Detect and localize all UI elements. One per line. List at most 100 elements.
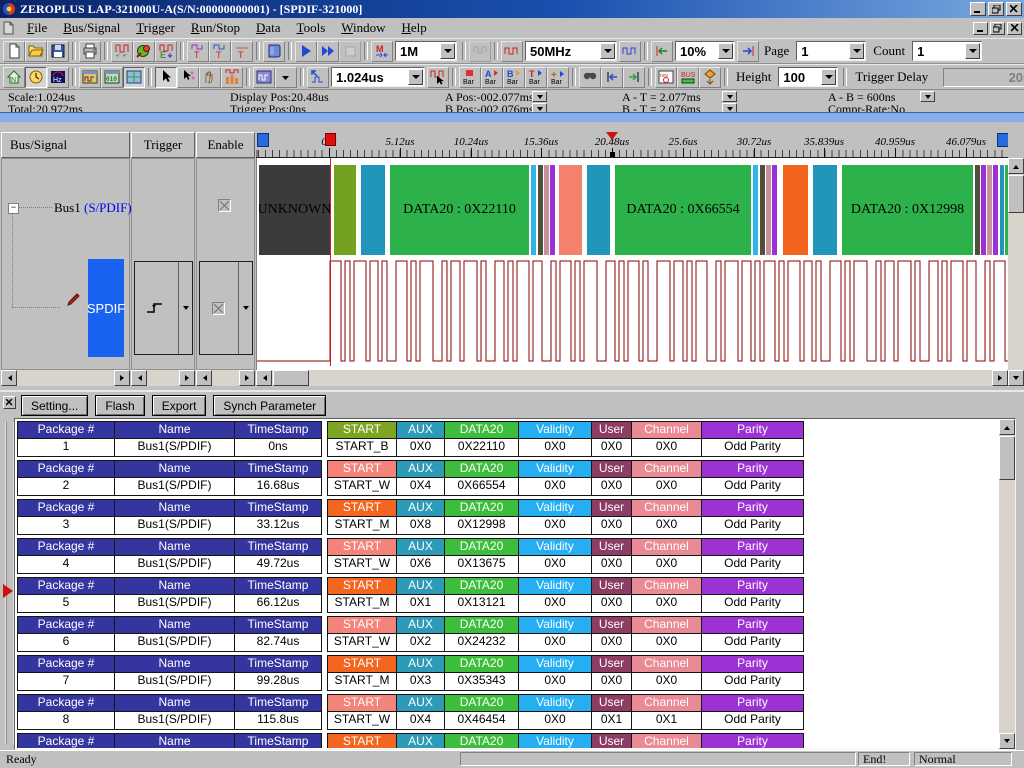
menu-data[interactable]: Data xyxy=(248,19,289,37)
bus-width-button[interactable]: BUS xyxy=(677,67,699,88)
sample-rate-combo-dropdown[interactable] xyxy=(600,43,615,59)
timeline-ruler[interactable]: 0ns5.12us10.24us15.36us20.48us25.6us30.7… xyxy=(256,132,1008,158)
scroll-down-button[interactable] xyxy=(1008,370,1024,386)
clock-button[interactable] xyxy=(25,67,47,88)
packet-stack-button[interactable] xyxy=(699,67,721,88)
column-header-enable[interactable]: Enable xyxy=(196,132,255,158)
spdif-trigger-cell[interactable] xyxy=(134,261,193,355)
sampling-setup-button[interactable] xyxy=(111,41,133,62)
sample-rate-external-button[interactable] xyxy=(619,41,641,62)
a-pos-dropdown[interactable] xyxy=(532,91,547,102)
flash-button[interactable]: Flash xyxy=(95,395,144,416)
a-b-dropdown[interactable] xyxy=(920,91,935,102)
print-button[interactable] xyxy=(79,41,101,62)
spdif-signal-box[interactable]: SPDIF xyxy=(88,259,124,357)
scroll-left-button[interactable] xyxy=(131,370,147,386)
bar-measure-button[interactable] xyxy=(221,67,243,88)
trigger-dropdown[interactable] xyxy=(178,262,192,354)
dropdown-arrow-small-button[interactable] xyxy=(275,67,297,88)
scrollbar-thumb[interactable] xyxy=(273,370,309,386)
a-bar-marker[interactable] xyxy=(257,133,269,147)
mdi-close-button[interactable] xyxy=(1007,22,1022,35)
export-button[interactable]: Export xyxy=(152,395,207,416)
trigger-column-scrollbar[interactable] xyxy=(131,370,195,386)
home-button[interactable]: N xyxy=(3,67,25,88)
memory-depth-combo-dropdown[interactable] xyxy=(440,43,455,59)
time-scale-combo-dropdown[interactable] xyxy=(408,69,423,85)
display-ratio-combo[interactable]: 10% xyxy=(675,41,735,61)
scroll-right-button[interactable] xyxy=(239,370,255,386)
packet-list[interactable]: Package #NameTimeStampSTARTAUXDATA20Vali… xyxy=(14,418,1016,750)
zoom-forward-button[interactable] xyxy=(737,41,759,62)
bar-add-button[interactable]: +Bar xyxy=(547,67,569,88)
waveform-scrollbar[interactable] xyxy=(256,370,1008,386)
waveform-canvas[interactable]: UNKNOWNDATA20 : 0X22110DATA20 : 0X66554D… xyxy=(256,158,1009,370)
height-combo[interactable]: 100 xyxy=(778,67,838,87)
scroll-left-button[interactable] xyxy=(256,370,272,386)
menu-trigger[interactable]: Trigger xyxy=(128,19,183,37)
package-row[interactable]: Package #NameTimeStampSTARTAUXDATA20Vali… xyxy=(17,616,997,652)
goto-trigger-button[interactable] xyxy=(601,67,623,88)
a-t-dropdown[interactable] xyxy=(722,91,737,102)
package-row[interactable]: Package #NameTimeStampSTARTAUXDATA20Vali… xyxy=(17,460,997,496)
height-combo-dropdown[interactable] xyxy=(821,69,836,85)
spdif-enable-checkbox[interactable] xyxy=(212,302,225,315)
waveform-window-button[interactable] xyxy=(79,67,101,88)
page-combo[interactable]: 1 xyxy=(796,41,866,61)
trigger-mark-time-button[interactable]: T xyxy=(209,41,231,62)
run-button[interactable] xyxy=(295,41,317,62)
run-repeat-button[interactable] xyxy=(317,41,339,62)
menu-file[interactable]: File xyxy=(19,19,55,37)
minimize-button[interactable] xyxy=(970,2,986,16)
b-bar-marker[interactable] xyxy=(997,133,1008,147)
multi-select-cursor-button[interactable] xyxy=(177,67,199,88)
hand-pan-button[interactable] xyxy=(199,67,221,88)
package-row[interactable]: Package #NameTimeStampSTARTAUXDATA20Vali… xyxy=(17,655,997,691)
open-file-button[interactable] xyxy=(25,41,47,62)
synch-parameter-button[interactable]: Synch Parameter xyxy=(213,395,326,416)
memory-depth-combo[interactable]: 1M xyxy=(395,41,457,61)
bus-property-button[interactable]: E xyxy=(155,41,177,62)
display-ratio-combo-dropdown[interactable] xyxy=(718,43,733,59)
new-document-button[interactable] xyxy=(3,41,25,62)
trigger-mark-t-button[interactable]: T xyxy=(231,41,253,62)
package-row[interactable]: Package #NameTimeStampSTARTAUXDATA20Vali… xyxy=(17,733,997,748)
listing-window-button[interactable]: 010 xyxy=(101,67,123,88)
bus-column-scrollbar[interactable] xyxy=(1,370,130,386)
waveform-vertical-scrollbar[interactable] xyxy=(1008,158,1024,386)
sample-rate-combo[interactable]: 50MHz xyxy=(525,41,617,61)
zoom-back-button[interactable] xyxy=(651,41,673,62)
restore-button[interactable] xyxy=(988,2,1004,16)
scroll-down-button[interactable] xyxy=(999,733,1015,749)
mdi-minimize-button[interactable] xyxy=(973,22,988,35)
zoom-scale-button[interactable] xyxy=(307,67,329,88)
time-scale-combo[interactable]: 1.024us xyxy=(331,67,425,87)
scroll-right-button[interactable] xyxy=(992,370,1008,386)
bar-b-button[interactable]: BBar xyxy=(503,67,525,88)
select-cursor-button[interactable] xyxy=(155,67,177,88)
scroll-up-button[interactable] xyxy=(999,419,1015,435)
package-row[interactable]: Package #NameTimeStampSTARTAUXDATA20Vali… xyxy=(17,499,997,535)
package-row[interactable]: Package #NameTimeStampSTARTAUXDATA20Vali… xyxy=(17,538,997,574)
collapse-bus-button[interactable]: − xyxy=(8,203,19,214)
save-file-button[interactable] xyxy=(47,41,69,62)
menu-bus-signal[interactable]: Bus/Signal xyxy=(55,19,128,37)
bar-t-button[interactable]: TBar xyxy=(525,67,547,88)
count-combo-dropdown[interactable] xyxy=(965,43,980,59)
package-row[interactable]: Package #NameTimeStampSTARTAUXDATA20Vali… xyxy=(17,577,997,613)
bus-enable-checkbox[interactable] xyxy=(218,199,231,212)
menu-tools[interactable]: Tools xyxy=(289,19,334,37)
scroll-left-button[interactable] xyxy=(1,370,17,386)
page-combo-dropdown[interactable] xyxy=(849,43,864,59)
goto-bar-button[interactable] xyxy=(623,67,645,88)
display-position-marker[interactable] xyxy=(606,132,618,146)
wave-zoom-cursor-button[interactable] xyxy=(427,67,449,88)
memory-depth-button[interactable]: M xyxy=(371,41,393,62)
analyzer-memory-button[interactable] xyxy=(263,41,285,62)
sample-rate-internal-button[interactable] xyxy=(501,41,523,62)
setting--button[interactable]: Setting... xyxy=(21,395,88,416)
trigger-mark-b-button[interactable]: T xyxy=(187,41,209,62)
scrollbar-thumb[interactable] xyxy=(1008,175,1024,213)
close-panel-button[interactable] xyxy=(3,396,16,409)
mdi-restore-button[interactable] xyxy=(990,22,1005,35)
